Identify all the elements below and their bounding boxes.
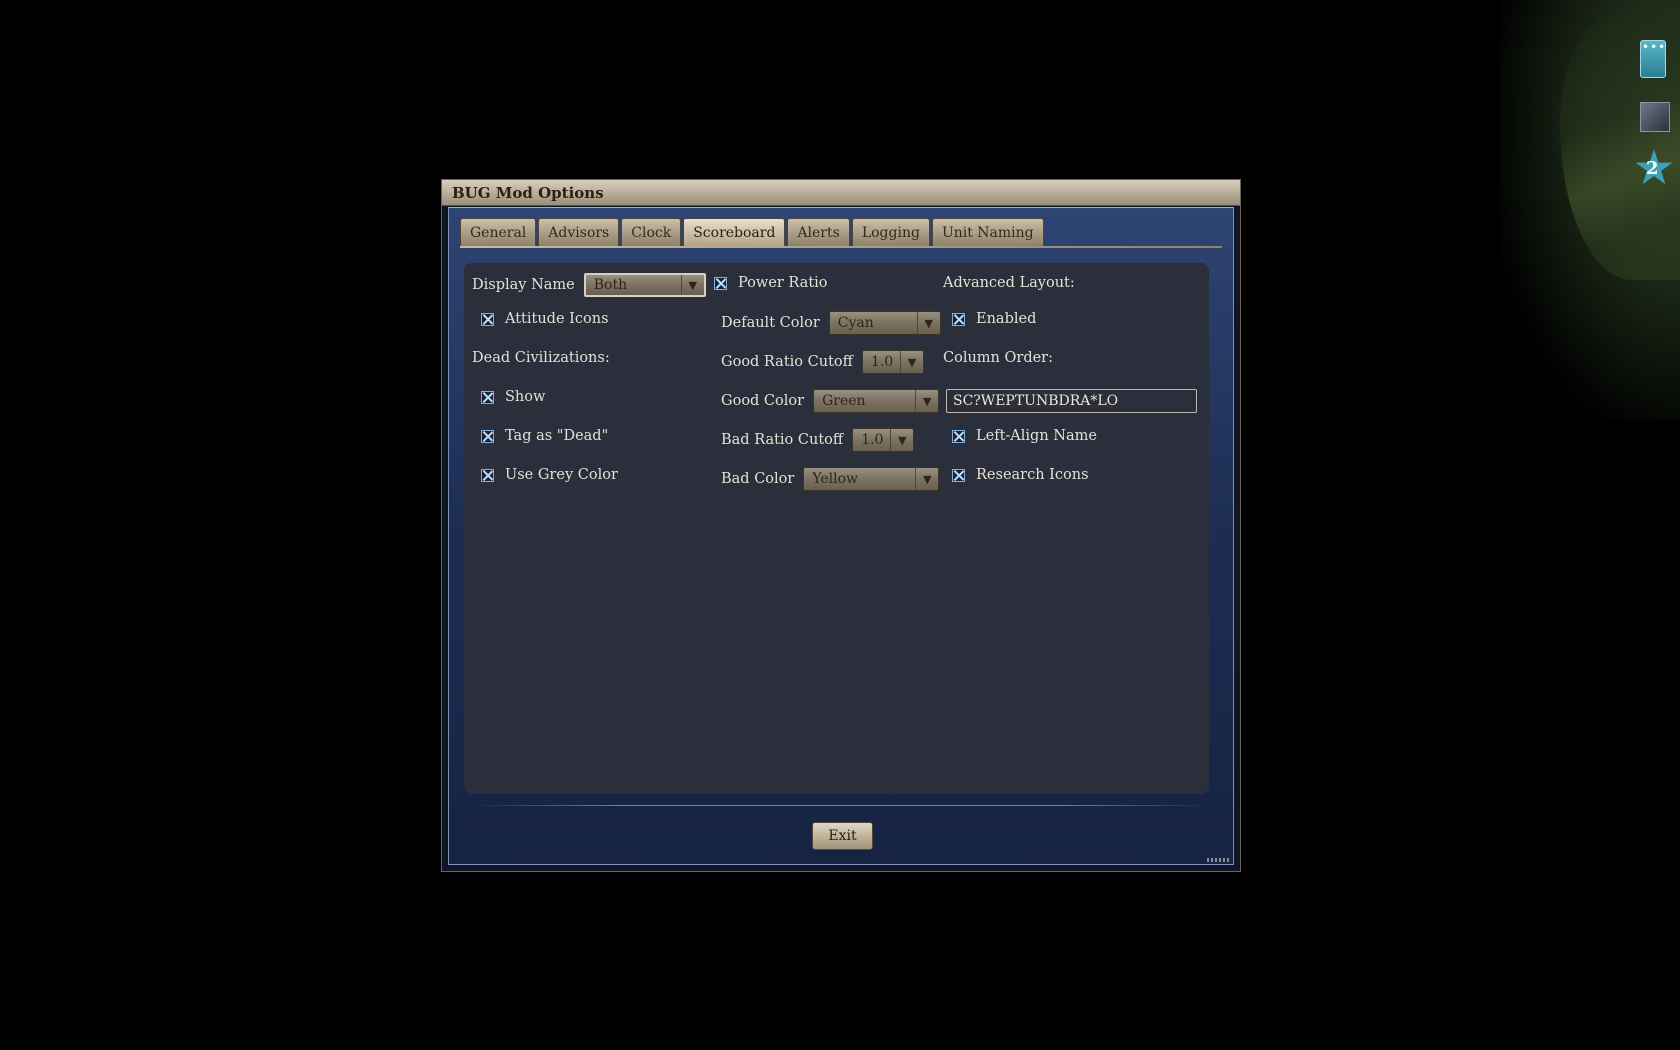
research-icons-checkbox[interactable] (952, 468, 965, 482)
enabled-label: Enabled (976, 311, 1037, 327)
bad-color-row: Bad Color Yellow ▼ (721, 467, 940, 491)
attitude-icons-row[interactable]: Attitude Icons (481, 311, 609, 327)
display-name-label: Display Name (472, 277, 575, 293)
default-color-label: Default Color (721, 315, 820, 331)
power-ratio-checkbox[interactable] (714, 276, 727, 290)
bad-ratio-value: 1.0 (861, 432, 884, 448)
tab-scoreboard[interactable]: Scoreboard (683, 218, 786, 246)
divider (469, 805, 1213, 806)
default-color-dropdown[interactable]: Cyan ▼ (828, 311, 941, 335)
display-name-dropdown[interactable]: Both ▼ (583, 273, 706, 297)
advanced-layout-row: Advanced Layout: (943, 275, 1075, 291)
attitude-icons-label: Attitude Icons (505, 311, 609, 327)
good-ratio-row: Good Ratio Cutoff 1.0 ▼ (721, 350, 924, 374)
resize-grip[interactable] (1207, 858, 1231, 862)
tab-unit-naming[interactable]: Unit Naming (931, 218, 1044, 246)
unit-dots-icon: ••• (1642, 40, 1667, 54)
chevron-down-icon: ▼ (915, 468, 938, 490)
tab-clock[interactable]: Clock (621, 218, 682, 246)
left-align-checkbox[interactable] (952, 429, 965, 443)
exit-button[interactable]: Exit (812, 822, 873, 850)
bug-mod-options-window: BUG Mod Options General Advisors Clock S… (441, 179, 1241, 872)
good-ratio-dropdown[interactable]: 1.0 ▼ (861, 350, 924, 374)
tab-general[interactable]: General (460, 218, 537, 246)
window-frame: General Advisors Clock Scoreboard Alerts… (448, 207, 1234, 865)
chevron-down-icon: ▼ (890, 429, 913, 451)
chevron-down-icon: ▼ (916, 312, 940, 334)
column-order-label: Column Order: (943, 350, 1053, 366)
column-order-row: Column Order: (943, 350, 1053, 366)
good-color-row: Good Color Green ▼ (721, 389, 940, 413)
show-label: Show (505, 389, 546, 405)
unit-count-badge: 2 (1646, 158, 1659, 179)
column-order-input-row: SC?WEPTUNBDRA*LO (946, 389, 1197, 413)
chevron-down-icon: ▼ (915, 390, 938, 412)
tab-underline (460, 246, 1222, 248)
power-ratio-row[interactable]: Power Ratio (714, 275, 828, 291)
city-icon[interactable] (1640, 102, 1670, 132)
display-name-value: Both (593, 277, 628, 293)
tab-advisors[interactable]: Advisors (538, 218, 620, 246)
default-color-row: Default Color Cyan ▼ (721, 311, 941, 335)
enabled-checkbox[interactable] (952, 312, 965, 326)
bad-ratio-label: Bad Ratio Cutoff (721, 432, 844, 448)
bad-color-value: Yellow (812, 471, 859, 487)
enabled-row[interactable]: Enabled (952, 311, 1036, 327)
power-ratio-label: Power Ratio (738, 275, 828, 291)
tag-dead-label: Tag as "Dead" (505, 428, 609, 444)
tab-bar: General Advisors Clock Scoreboard Alerts… (460, 218, 1044, 247)
left-align-row[interactable]: Left-Align Name (952, 428, 1097, 444)
window-title: BUG Mod Options (442, 180, 1240, 206)
display-name-row: Display Name Both ▼ (472, 273, 706, 297)
use-grey-row[interactable]: Use Grey Color (481, 467, 618, 483)
bad-color-dropdown[interactable]: Yellow ▼ (803, 467, 940, 491)
bad-color-label: Bad Color (721, 471, 795, 487)
use-grey-label: Use Grey Color (505, 467, 618, 483)
chevron-down-icon: ▼ (899, 351, 923, 373)
advanced-layout-label: Advanced Layout: (943, 275, 1075, 291)
left-align-label: Left-Align Name (976, 428, 1097, 444)
scoreboard-panel: Display Name Both ▼ Attitude Icons Dead … (464, 263, 1209, 794)
dead-civs-label: Dead Civilizations: (472, 350, 610, 366)
good-ratio-label: Good Ratio Cutoff (721, 354, 853, 370)
good-color-value: Green (822, 393, 866, 409)
good-color-dropdown[interactable]: Green ▼ (813, 389, 940, 413)
research-icons-row[interactable]: Research Icons (952, 467, 1089, 483)
research-icons-label: Research Icons (976, 467, 1089, 483)
use-grey-checkbox[interactable] (481, 468, 494, 482)
show-checkbox[interactable] (481, 390, 494, 404)
tab-logging[interactable]: Logging (851, 218, 930, 246)
tab-alerts[interactable]: Alerts (787, 218, 850, 246)
good-color-label: Good Color (721, 393, 805, 409)
column-order-input[interactable]: SC?WEPTUNBDRA*LO (946, 389, 1197, 413)
chevron-down-icon: ▼ (680, 275, 704, 295)
bad-ratio-dropdown[interactable]: 1.0 ▼ (852, 428, 915, 452)
tag-dead-row[interactable]: Tag as "Dead" (481, 428, 608, 444)
show-row[interactable]: Show (481, 389, 545, 405)
bad-ratio-row: Bad Ratio Cutoff 1.0 ▼ (721, 428, 915, 452)
default-color-value: Cyan (837, 315, 874, 331)
dead-civs-row: Dead Civilizations: (472, 350, 610, 366)
good-ratio-value: 1.0 (870, 354, 894, 370)
tag-dead-checkbox[interactable] (481, 429, 494, 443)
attitude-icons-checkbox[interactable] (481, 312, 494, 326)
